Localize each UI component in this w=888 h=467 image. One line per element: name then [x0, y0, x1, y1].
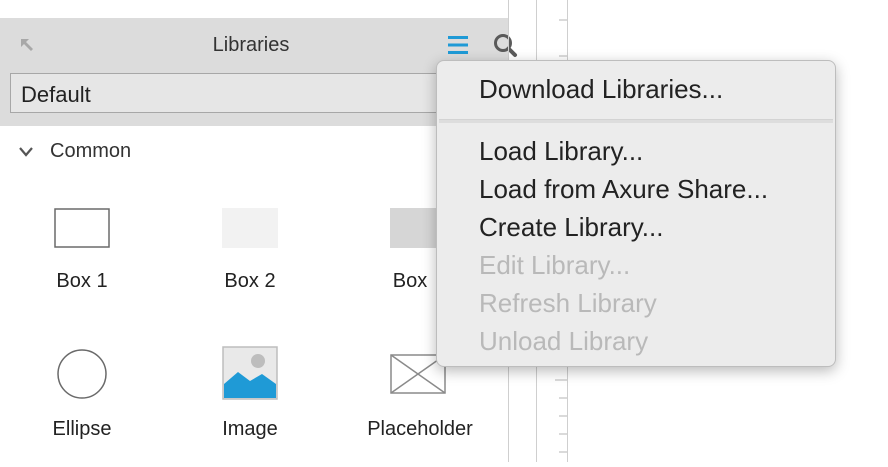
- libraries-menu: Download Libraries... Load Library... Lo…: [436, 60, 836, 367]
- menu-separator: [439, 119, 833, 123]
- library-filter-bar: Default: [0, 70, 508, 126]
- section-common: Common Box 1 Box 2 Box Ellipse Image Pla…: [0, 126, 508, 462]
- panel-header: Libraries: [0, 18, 517, 70]
- panel-title: Libraries: [212, 34, 290, 56]
- menu-item-edit-library: Edit Library...: [479, 250, 631, 280]
- widget-label: Box 2: [224, 270, 276, 292]
- image-icon: [222, 346, 278, 400]
- menu-item-refresh-library: Refresh Library: [479, 288, 657, 318]
- library-select-value: Default: [21, 82, 91, 107]
- box1-icon: [54, 208, 110, 248]
- menu-item-create-library[interactable]: Create Library...: [479, 212, 663, 243]
- widget-box-1[interactable]: Box 1: [2, 196, 162, 306]
- menu-item-download-libraries[interactable]: Download Libraries...: [479, 74, 723, 105]
- menu-icon[interactable]: [447, 34, 469, 56]
- libraries-panel: Libraries Default Common Box 1 Box 2 Box…: [0, 0, 517, 462]
- widget-label: Image: [222, 418, 278, 440]
- widget-label: Ellipse: [52, 418, 112, 440]
- widget-ellipse[interactable]: Ellipse: [2, 344, 162, 454]
- library-select[interactable]: Default: [10, 73, 470, 113]
- panel-top-strip: [0, 0, 508, 18]
- widget-label: Box 1: [56, 270, 108, 292]
- menu-item-load-library[interactable]: Load Library...: [479, 136, 643, 167]
- menu-item-unload-library: Unload Library: [479, 326, 649, 356]
- widget-label: Placeholder: [367, 418, 473, 440]
- widget-image[interactable]: Image: [170, 344, 330, 454]
- section-label[interactable]: Common: [50, 140, 131, 163]
- chevron-down-icon[interactable]: [18, 145, 34, 159]
- box2-icon: [222, 208, 278, 248]
- ellipse-icon: [57, 349, 107, 399]
- widget-box-2[interactable]: Box 2: [170, 196, 330, 306]
- search-icon[interactable]: [492, 32, 518, 58]
- menu-item-load-from-axure-share[interactable]: Load from Axure Share...: [479, 174, 768, 205]
